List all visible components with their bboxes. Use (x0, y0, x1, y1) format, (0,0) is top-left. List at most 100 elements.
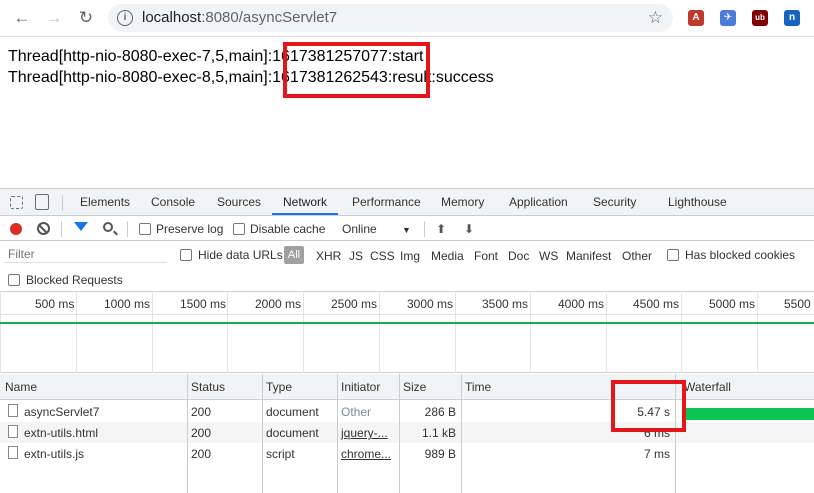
inspect-element-icon[interactable] (10, 196, 23, 209)
col-initiator-header[interactable]: Initiator (341, 380, 380, 394)
tick-label: 4000 ms (558, 297, 605, 311)
timeline-ticks: 500 ms 1000 ms 1500 ms 2000 ms 2500 ms 3… (0, 293, 814, 315)
blocked-requests-checkbox[interactable] (8, 274, 20, 286)
row-type: script (266, 447, 295, 461)
timestamp-highlight-box (283, 42, 430, 98)
table-header: Name Status Type Initiator Size Time Wat… (0, 374, 814, 400)
filter-xhr-button[interactable]: XHR (316, 249, 341, 263)
chevron-down-icon[interactable]: ▼ (402, 225, 411, 235)
column-divider[interactable] (461, 374, 462, 493)
throttle-select[interactable]: Online (342, 222, 377, 236)
network-toolbar: Preserve log Disable cache Online ▼ ⬆ ⬇ (0, 217, 814, 241)
filter-ws-button[interactable]: WS (539, 249, 558, 263)
app-extension-icon[interactable]: n (784, 10, 800, 26)
filter-font-button[interactable]: Font (474, 249, 498, 263)
tick-label: 500 ms (35, 297, 75, 311)
hide-data-urls-checkbox[interactable] (180, 249, 192, 261)
filter-bar: Hide data URLs All XHR JS CSS Img Media … (0, 242, 814, 292)
tab-security[interactable]: Security (593, 195, 636, 209)
col-time-header[interactable]: Time (465, 380, 491, 394)
tab-application[interactable]: Application (509, 195, 568, 209)
document-icon (8, 446, 18, 459)
preserve-log-checkbox[interactable] (139, 223, 151, 235)
tab-console[interactable]: Console (151, 195, 195, 209)
device-toolbar-icon[interactable] (35, 194, 49, 210)
row-initiator: Other (341, 405, 372, 419)
forward-icon[interactable]: → (44, 8, 64, 28)
col-type-header[interactable]: Type (266, 380, 292, 394)
url-host: localhost (142, 9, 202, 26)
site-info-icon[interactable]: i (117, 10, 133, 26)
row-initiator-link[interactable]: jquery-... (341, 426, 388, 440)
pdf-extension-icon[interactable]: A (688, 10, 704, 26)
import-har-icon[interactable]: ⬆ (436, 222, 446, 236)
disable-cache-checkbox[interactable] (233, 223, 245, 235)
bookmark-star-icon[interactable]: ☆ (648, 8, 663, 28)
filter-media-button[interactable]: Media (431, 249, 464, 263)
filter-input[interactable] (4, 245, 167, 263)
address-bar[interactable]: i localhost:8080/asyncServlet7 ☆ (108, 4, 673, 32)
browser-toolbar: ← → ↻ i localhost:8080/asyncServlet7 ☆ A… (0, 0, 814, 37)
filter-manifest-button[interactable]: Manifest (566, 249, 611, 263)
disable-cache-label: Disable cache (250, 222, 326, 236)
request-overview-line (0, 322, 814, 324)
table-row[interactable]: extn-utils.js 200 script chrome... 989 B… (0, 443, 814, 464)
filter-js-button[interactable]: JS (349, 249, 363, 263)
tick-label: 1000 ms (104, 297, 151, 311)
row-size: 989 B (424, 447, 456, 461)
tab-elements[interactable]: Elements (80, 195, 130, 209)
row-status: 200 (191, 447, 212, 461)
column-divider[interactable] (187, 374, 188, 493)
filter-icon[interactable] (74, 222, 88, 231)
vpn-extension-icon[interactable]: ✈ (720, 10, 736, 26)
row-status: 200 (191, 426, 212, 440)
tab-network[interactable]: Network (283, 195, 327, 209)
row-name: asyncServlet7 (24, 405, 100, 419)
active-tab-indicator (272, 213, 338, 215)
has-blocked-cookies-checkbox[interactable] (667, 249, 679, 261)
address-url[interactable]: localhost:8080/asyncServlet7 (142, 9, 337, 26)
row-size: 286 B (424, 405, 456, 419)
filter-doc-button[interactable]: Doc (508, 249, 529, 263)
clear-icon[interactable] (37, 222, 50, 235)
filter-other-button[interactable]: Other (622, 249, 652, 263)
row-type: document (266, 405, 319, 419)
row-initiator-link[interactable]: chrome... (341, 447, 391, 461)
back-icon[interactable]: ← (12, 8, 32, 28)
reload-icon[interactable]: ↻ (76, 8, 96, 28)
column-divider[interactable] (262, 374, 263, 493)
timeline-overview[interactable]: 500 ms 1000 ms 1500 ms 2000 ms 2500 ms 3… (0, 293, 814, 373)
devtools-panel: Elements Console Sources Network Perform… (0, 188, 814, 493)
col-status-header[interactable]: Status (191, 380, 225, 394)
requests-table: Name Status Type Initiator Size Time Wat… (0, 374, 814, 493)
filter-all-button[interactable]: All (284, 246, 304, 264)
document-icon (8, 425, 18, 438)
toolbar-separator (127, 221, 128, 237)
record-icon[interactable] (10, 223, 22, 235)
export-har-icon[interactable]: ⬇ (464, 222, 474, 236)
ublock-extension-icon[interactable]: ub (752, 10, 768, 26)
has-blocked-cookies-label: Has blocked cookies (685, 248, 796, 262)
filter-css-button[interactable]: CSS (370, 249, 395, 263)
col-waterfall-header[interactable]: Waterfall (684, 380, 731, 394)
tab-sources[interactable]: Sources (217, 195, 261, 209)
hide-data-urls-label: Hide data URLs (198, 248, 283, 262)
column-divider[interactable] (399, 374, 400, 493)
row-size: 1.1 kB (421, 426, 456, 440)
search-icon[interactable] (103, 222, 113, 232)
blocked-requests-label: Blocked Requests (26, 273, 123, 287)
table-row[interactable]: extn-utils.html 200 document jquery-... … (0, 422, 814, 443)
row-name: extn-utils.js (24, 447, 85, 461)
filter-img-button[interactable]: Img (400, 249, 420, 263)
tick-label: 2500 ms (331, 297, 378, 311)
time-highlight-box (611, 380, 686, 432)
tab-memory[interactable]: Memory (441, 195, 484, 209)
tab-performance[interactable]: Performance (352, 195, 421, 209)
column-divider[interactable] (337, 374, 338, 493)
preserve-log-label: Preserve log (156, 222, 224, 236)
col-size-header[interactable]: Size (403, 380, 426, 394)
row-type: document (266, 426, 319, 440)
tab-lighthouse[interactable]: Lighthouse (668, 195, 727, 209)
tab-separator (62, 195, 63, 211)
col-name-header[interactable]: Name (5, 380, 37, 394)
